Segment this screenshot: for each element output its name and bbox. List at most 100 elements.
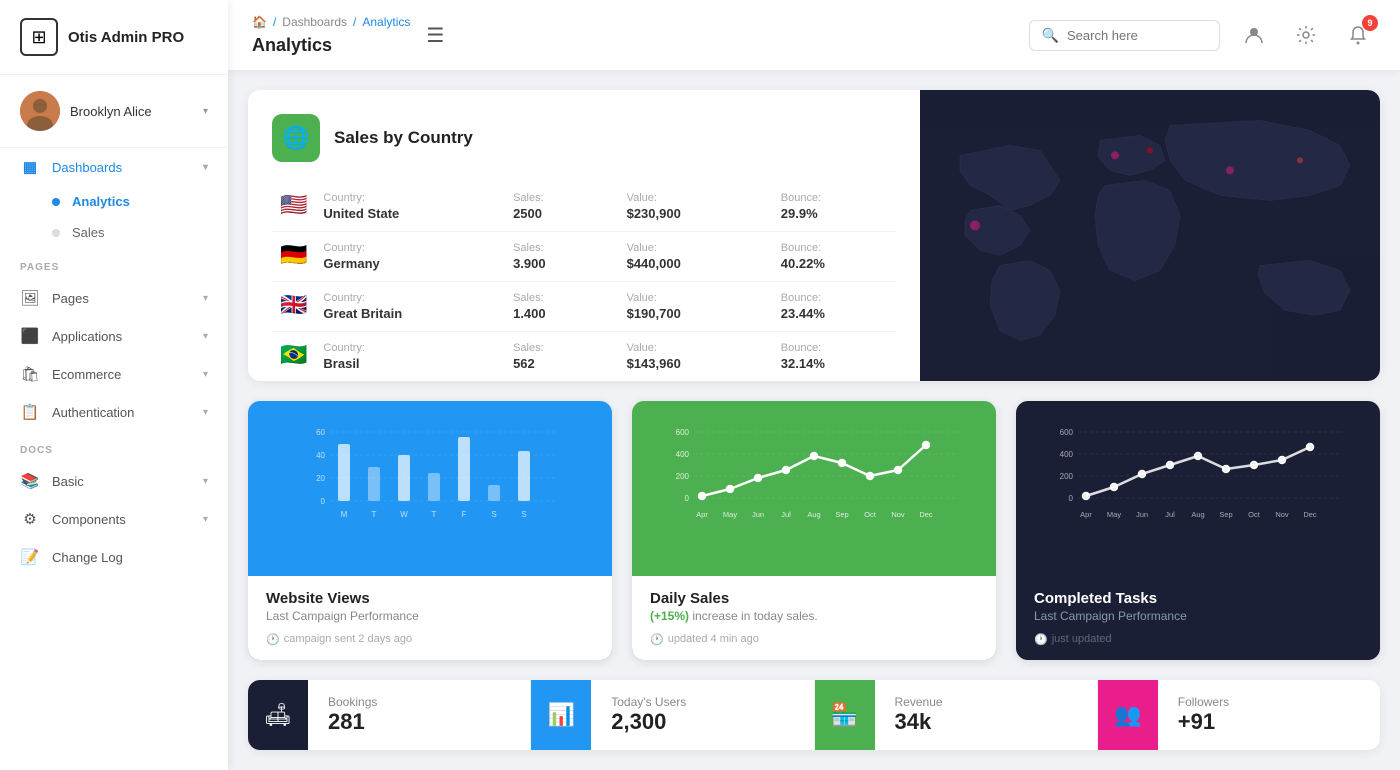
svg-text:Nov: Nov <box>891 510 905 519</box>
page-title: Analytics <box>252 35 332 56</box>
search-input[interactable] <box>1067 28 1207 43</box>
sidebar-item-applications[interactable]: ⬛ Applications ▾ <box>0 317 228 355</box>
website-views-chart-area: 60 40 20 0 M T <box>248 401 612 576</box>
sales-dot <box>52 229 60 237</box>
svg-text:400: 400 <box>1060 450 1074 459</box>
svg-text:600: 600 <box>1060 428 1074 437</box>
applications-chevron-icon: ▾ <box>203 331 208 342</box>
globe-icon: 🌐 <box>272 114 320 162</box>
sidebar-sub-item-analytics[interactable]: Analytics <box>0 186 228 217</box>
analytics-dot <box>52 198 60 206</box>
pages-chevron-icon: ▾ <box>203 293 208 304</box>
followers-label: Followers <box>1178 695 1360 709</box>
breadcrumb-sep1: / <box>273 15 276 29</box>
basic-label: Basic <box>52 474 191 489</box>
followers-value: +91 <box>1178 709 1360 735</box>
daily-sales-title: Daily Sales <box>650 590 978 607</box>
profile-button[interactable] <box>1236 17 1272 53</box>
svg-text:Jul: Jul <box>781 510 791 519</box>
clock-icon2: 🕐 <box>650 633 664 646</box>
sidebar-item-basic[interactable]: 📚 Basic ▾ <box>0 462 228 500</box>
daily-sales-subtitle: (+15%) increase in today sales. <box>650 609 978 623</box>
basic-chevron-icon: ▾ <box>203 476 208 487</box>
user-chevron-icon: ▾ <box>203 106 208 117</box>
stat-bookings: Bookings 281 <box>308 680 531 750</box>
completed-tasks-footer: 🕐 just updated <box>1034 633 1362 646</box>
sidebar-item-ecommerce[interactable]: 🛍 Ecommerce ▾ <box>0 355 228 393</box>
breadcrumb-current: Analytics <box>362 15 410 29</box>
svg-text:0: 0 <box>321 497 326 506</box>
svg-text:Apr: Apr <box>696 510 708 519</box>
header: 🏠 / Dashboards / Analytics Analytics ☰ 🔍 <box>228 0 1400 70</box>
website-views-title: Website Views <box>266 590 594 607</box>
svg-text:60: 60 <box>316 428 325 437</box>
sidebar-item-changelog[interactable]: 📝 Change Log <box>0 538 228 576</box>
svg-text:Jun: Jun <box>752 510 764 519</box>
svg-text:0: 0 <box>1069 494 1074 503</box>
daily-sales-card: 600 400 200 0 <box>632 401 996 660</box>
users-value: 2,300 <box>611 709 793 735</box>
menu-icon[interactable]: ☰ <box>426 23 444 48</box>
svg-text:M: M <box>341 510 348 519</box>
svg-text:F: F <box>462 510 467 519</box>
svg-text:20: 20 <box>316 474 325 483</box>
applications-icon: ⬛ <box>20 327 40 345</box>
svg-text:Aug: Aug <box>1191 510 1204 519</box>
daily-sales-chart-svg: 600 400 200 0 <box>648 417 980 547</box>
sidebar-item-components[interactable]: ⚙ Components ▾ <box>0 500 228 538</box>
sales-table-section: 🌐 Sales by Country 🇺🇸 Country: United St… <box>248 90 920 381</box>
auth-icon: 📋 <box>20 403 40 421</box>
completed-tasks-card: 600 400 200 0 <box>1016 401 1380 660</box>
breadcrumb-nav: 🏠 / Dashboards / Analytics <box>252 15 410 29</box>
sidebar-item-authentication[interactable]: 📋 Authentication ▾ <box>0 393 228 431</box>
search-box: 🔍 <box>1029 20 1220 51</box>
completed-tasks-chart-area: 600 400 200 0 <box>1016 401 1380 576</box>
svg-text:Jul: Jul <box>1165 510 1175 519</box>
docs-section-label: DOCS <box>0 431 228 462</box>
stats-row: 🛋 Bookings 281 📊 Today's Users 2,300 🏪 R… <box>248 680 1380 750</box>
sidebar-sub-item-sales[interactable]: Sales <box>0 217 228 248</box>
daily-sales-chart-area: 600 400 200 0 <box>632 401 996 576</box>
clock-icon3: 🕐 <box>1034 633 1048 646</box>
pages-label: Pages <box>52 291 191 306</box>
completed-tasks-title: Completed Tasks <box>1034 590 1362 607</box>
users-label: Today's Users <box>611 695 793 709</box>
stat-icon-users: 📊 <box>531 680 591 750</box>
svg-text:Nov: Nov <box>1275 510 1289 519</box>
website-views-card: 60 40 20 0 M T <box>248 401 612 660</box>
settings-button[interactable] <box>1288 17 1324 53</box>
dashboards-icon: ▦ <box>20 158 40 176</box>
table-row: 🇺🇸 Country: United State Sales: 2500 Val… <box>272 182 896 232</box>
completed-tasks-info: Completed Tasks Last Campaign Performanc… <box>1016 576 1380 660</box>
breadcrumb-sep2: / <box>353 15 356 29</box>
main-content: 🏠 / Dashboards / Analytics Analytics ☰ 🔍 <box>228 0 1400 770</box>
sidebar: ⊞ Otis Admin PRO Brooklyn Alice ▾ ▦ Dash… <box>0 0 228 770</box>
completed-tasks-chart-svg: 600 400 200 0 <box>1032 417 1364 547</box>
sidebar-user[interactable]: Brooklyn Alice ▾ <box>0 75 228 148</box>
notifications-button[interactable]: 9 <box>1340 17 1376 53</box>
components-icon: ⚙ <box>20 510 40 528</box>
breadcrumb-dashboards[interactable]: Dashboards <box>282 15 347 29</box>
website-views-info: Website Views Last Campaign Performance … <box>248 576 612 660</box>
basic-icon: 📚 <box>20 472 40 490</box>
stat-revenue: Revenue 34k <box>875 680 1098 750</box>
sales-card-header: 🌐 Sales by Country <box>272 114 896 162</box>
sidebar-item-dashboards[interactable]: ▦ Dashboards ▾ <box>0 148 228 186</box>
website-views-footer: 🕐 campaign sent 2 days ago <box>266 633 594 646</box>
components-label: Components <box>52 512 191 527</box>
clock-icon: 🕐 <box>266 633 280 646</box>
svg-text:S: S <box>491 510 496 519</box>
table-row: 🇧🇷 Country: Brasil Sales: 562 Value: $14… <box>272 332 896 381</box>
svg-text:Oct: Oct <box>864 510 877 519</box>
auth-chevron-icon: ▾ <box>203 407 208 418</box>
dashboards-label: Dashboards <box>52 160 191 175</box>
svg-text:600: 600 <box>676 428 690 437</box>
svg-text:Sep: Sep <box>1219 510 1232 519</box>
svg-text:May: May <box>1107 510 1121 519</box>
svg-text:Apr: Apr <box>1080 510 1092 519</box>
svg-text:Jun: Jun <box>1136 510 1148 519</box>
sidebar-item-pages[interactable]: 🖼 Pages ▾ <box>0 279 228 317</box>
svg-text:May: May <box>723 510 737 519</box>
ecommerce-icon: 🛍 <box>20 365 40 383</box>
dashboards-chevron-icon: ▾ <box>203 162 208 173</box>
